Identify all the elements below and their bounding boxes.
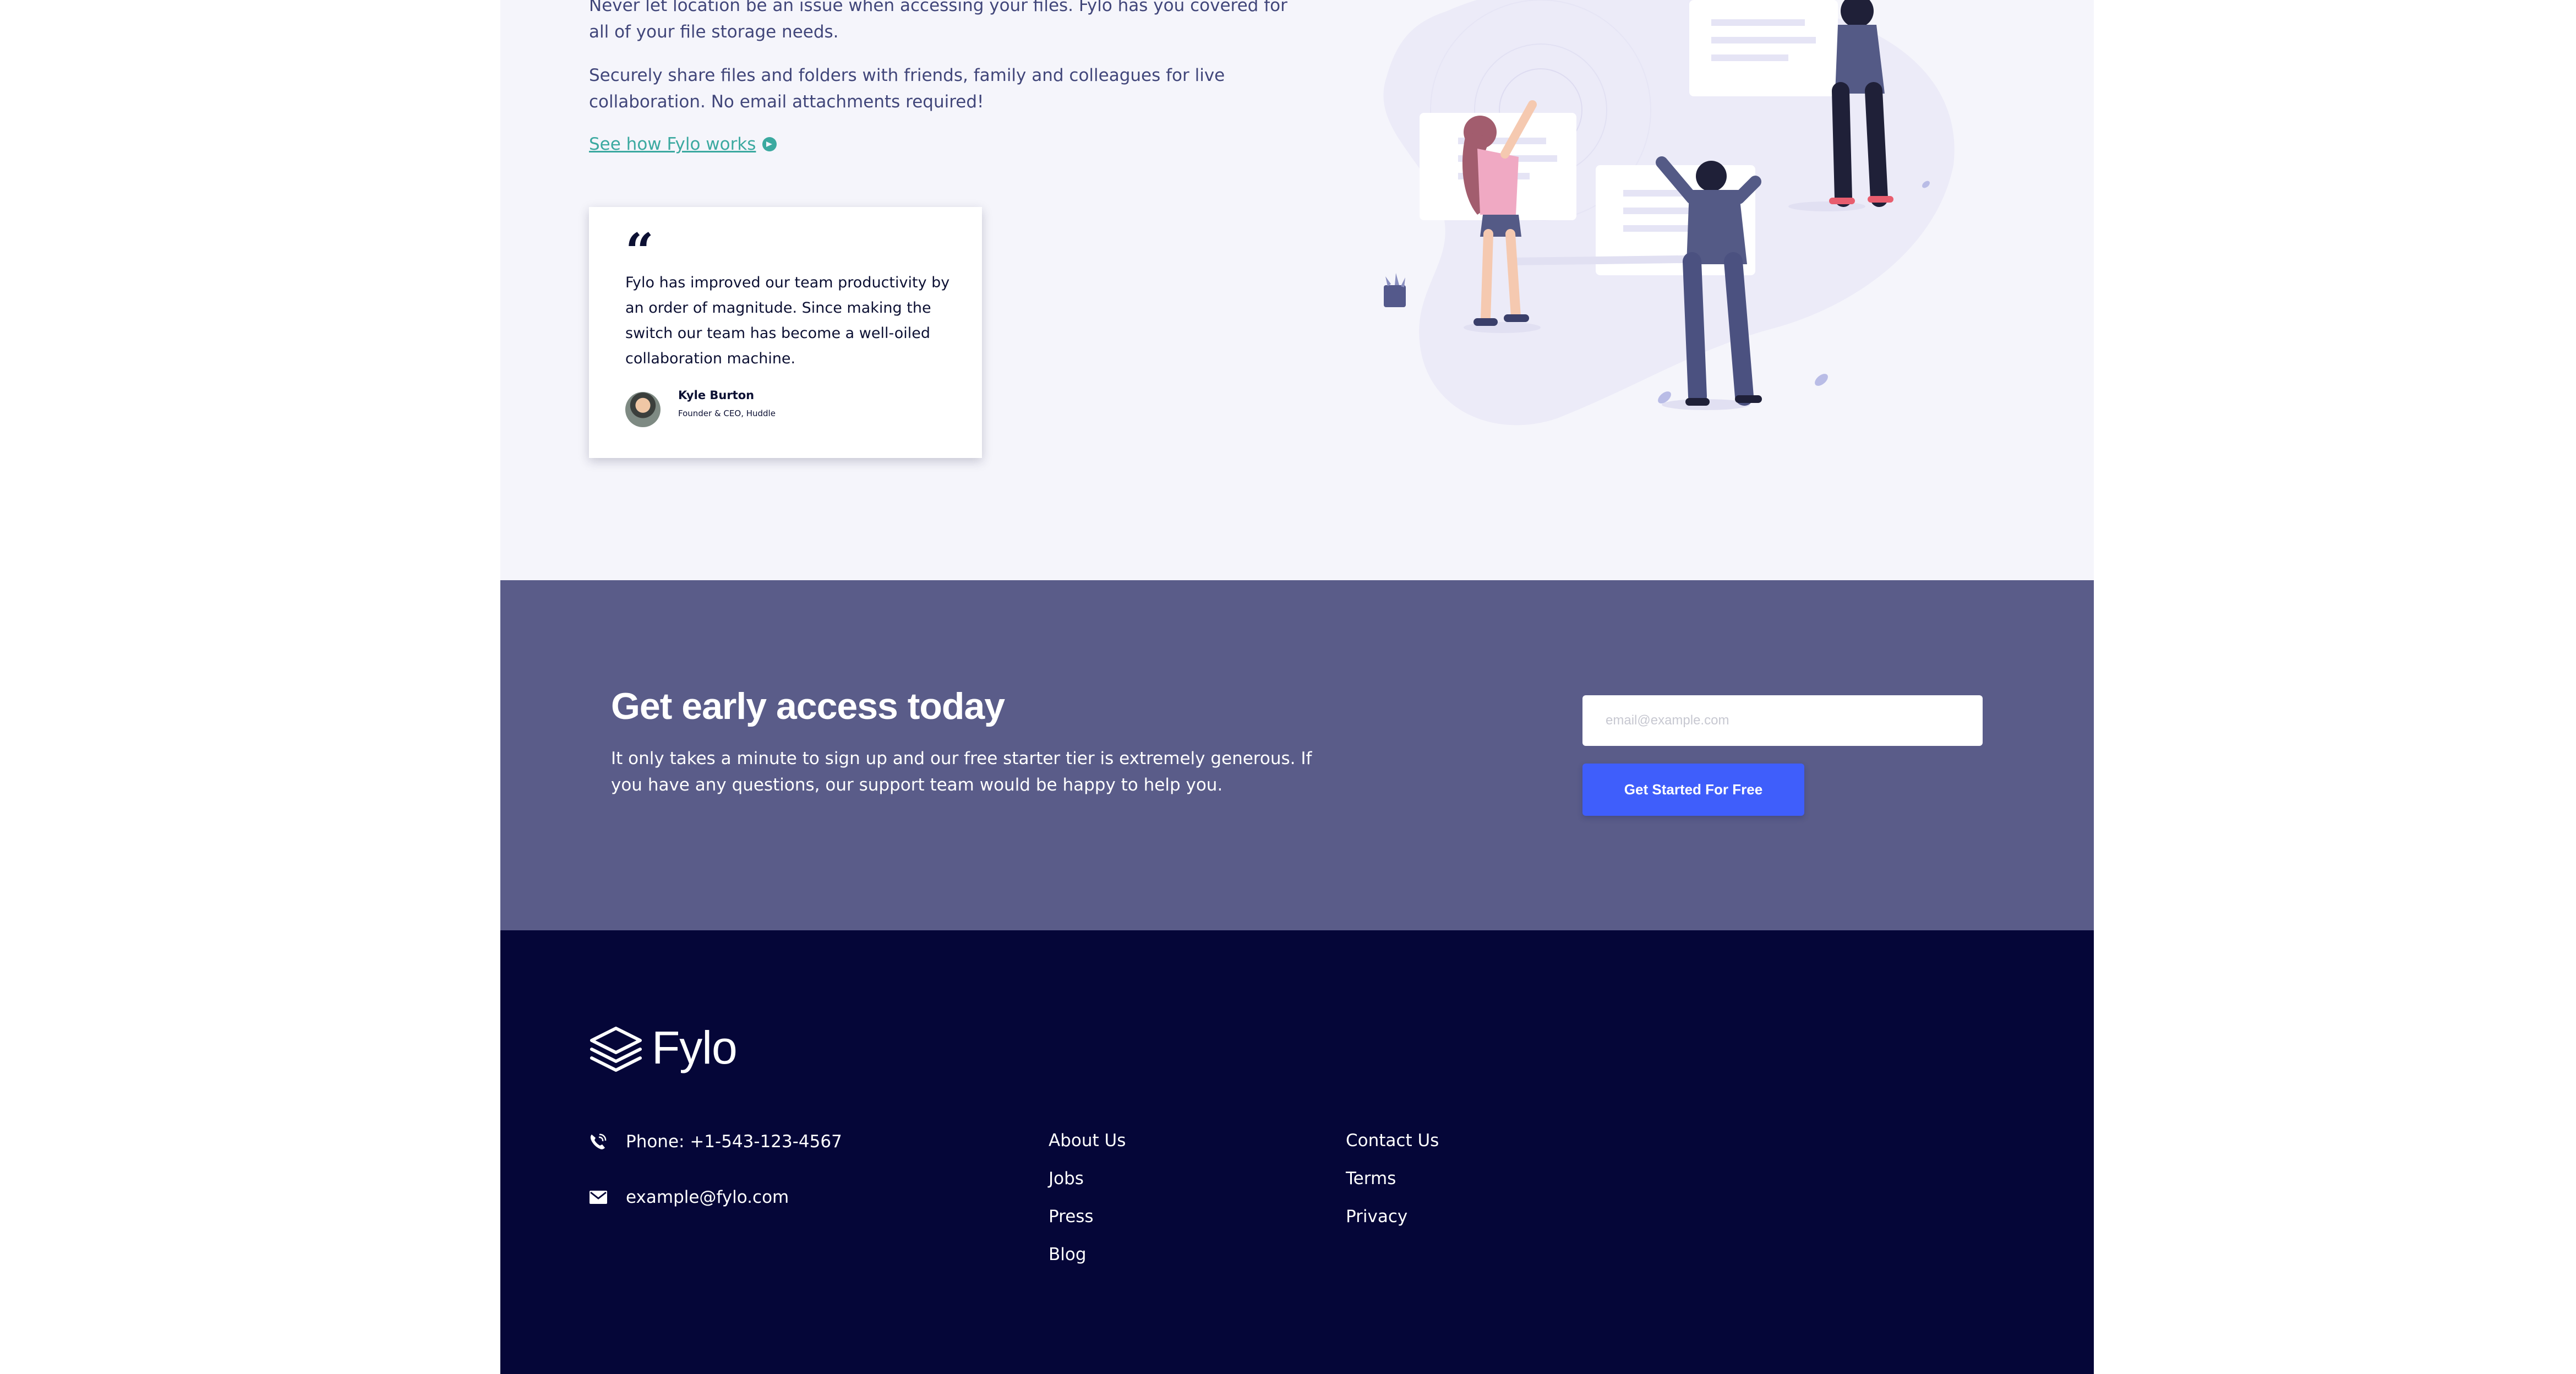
phone-icon: [590, 1133, 607, 1149]
productive-section: Never let location be an issue when acce…: [500, 0, 2094, 580]
fylo-logo-icon: [590, 1027, 642, 1072]
email-input[interactable]: [1582, 695, 1983, 746]
footer-phone-text: Phone: +1-543-123-4567: [626, 1132, 842, 1152]
quote-icon: “: [625, 222, 654, 281]
testimonial-text: Fylo has improved our team productivity …: [625, 274, 950, 367]
early-access-title: Get early access today: [611, 685, 1005, 727]
page: Never let location be an issue when acce…: [500, 0, 2094, 1374]
arrow-circle-icon: [762, 137, 777, 151]
get-started-button[interactable]: Get Started For Free: [1582, 764, 1804, 816]
testimonial-card: “ Fylo has improved our team productivit…: [589, 207, 982, 458]
footer-logo-text: Fylo: [652, 1022, 738, 1073]
testimonial-author-role: Founder & CEO, Huddle: [678, 408, 776, 418]
see-how-link-label: See how Fylo works: [589, 134, 756, 154]
footer-link-press[interactable]: Press: [1049, 1203, 1094, 1230]
early-access-section: Get early access today It only takes a m…: [500, 580, 2094, 930]
avatar: [625, 392, 661, 427]
testimonial-author-name: Kyle Burton: [678, 389, 755, 402]
footer-link-jobs[interactable]: Jobs: [1049, 1165, 1084, 1192]
see-how-fylo-works-link[interactable]: See how Fylo works: [589, 131, 777, 157]
footer: Fylo Phone: +1-543-123-4567 example@fylo…: [500, 930, 2094, 1374]
early-access-description: It only takes a minute to sign up and ou…: [611, 749, 1312, 795]
footer-link-privacy[interactable]: Privacy: [1346, 1203, 1407, 1230]
footer-link-terms[interactable]: Terms: [1346, 1165, 1396, 1192]
footer-link-about-us[interactable]: About Us: [1049, 1127, 1126, 1154]
footer-email-text[interactable]: example@fylo.com: [626, 1184, 789, 1211]
footer-link-blog[interactable]: Blog: [1049, 1241, 1087, 1268]
footer-link-contact-us[interactable]: Contact Us: [1346, 1127, 1439, 1154]
mail-icon: [590, 1191, 607, 1204]
collaboration-illustration: [1383, 0, 1955, 426]
productive-paragraph-1: Never let location be an issue when acce…: [589, 0, 1287, 42]
productive-paragraph-2: Securely share files and folders with fr…: [589, 66, 1225, 112]
